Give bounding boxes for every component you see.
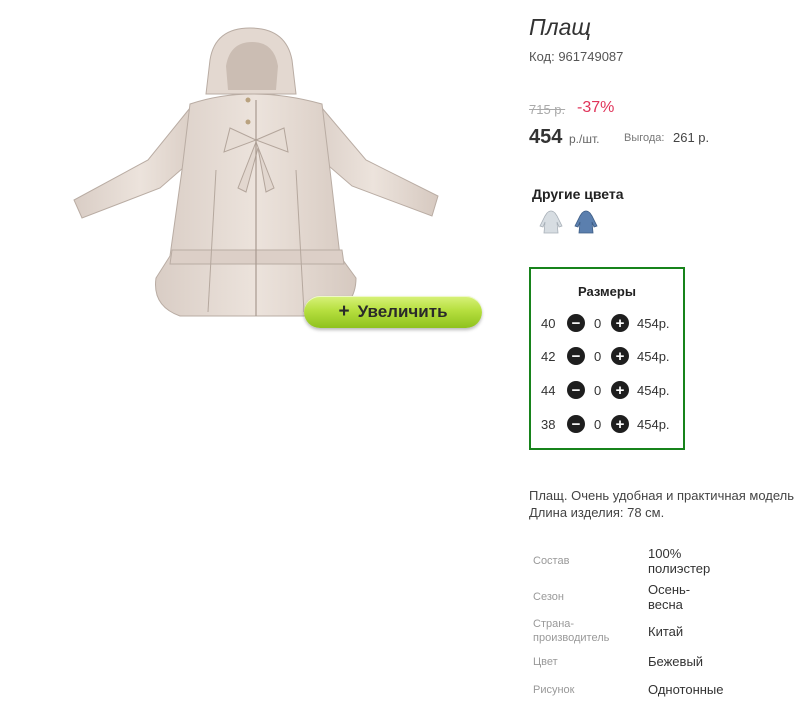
quantity-value: 0 [594,316,602,331]
size-value: 38 [541,417,556,432]
quantity-value: 0 [594,383,602,398]
minus-icon[interactable]: − [567,415,585,433]
product-image[interactable] [60,20,460,340]
sizes-title: Размеры [578,284,636,299]
product-description: Плащ. Очень удобная и практичная модель … [529,487,794,521]
other-colors-title: Другие цвета [532,186,624,202]
price: 454 [529,126,563,148]
minus-icon[interactable]: − [567,347,585,365]
benefit-value: 261 р. [673,130,710,145]
zoom-button[interactable]: + Увеличить [304,296,482,328]
spec-label: Состав [533,555,570,567]
plus-icon: + [338,301,350,322]
quantity-value: 0 [594,417,602,432]
spec-value: Бежевый [648,654,704,669]
description-line: Плащ. Очень удобная и практичная модель [529,488,795,503]
size-row: 40 − 0 + 454р. [531,313,683,333]
spec-value: Однотонные [648,682,724,697]
product-code: Код: 961749087 [529,49,624,64]
spec-label: Цвет [533,656,558,668]
size-price: 454р. [637,349,670,364]
spec-label: Рисунок [533,684,575,696]
color-swatch-blue[interactable] [572,208,600,236]
spec-label: Сезон [533,591,564,603]
product-title: Плащ [529,14,592,40]
size-row: 38 − 0 + 454р. [531,414,683,434]
size-value: 42 [541,349,556,364]
spec-value: Китай [648,624,684,639]
minus-icon[interactable]: − [567,381,585,399]
description-line: Длина изделия: 78 см. [529,505,665,520]
quantity-value: 0 [594,349,602,364]
size-row: 42 − 0 + 454р. [531,346,683,366]
price-unit: р./шт. [569,132,600,146]
size-value: 40 [541,316,556,331]
minus-icon[interactable]: − [567,314,585,332]
sizes-panel: Размеры 40 − 0 + 454р. 42 − 0 + 454р. 44… [529,267,685,450]
size-row: 44 − 0 + 454р. [531,380,683,400]
discount-badge: -37% [577,99,615,116]
spec-value: 100% полиэстер [648,546,711,576]
old-price: 715 р. [529,102,566,117]
plus-icon[interactable]: + [611,415,629,433]
plus-icon[interactable]: + [611,381,629,399]
spec-label: Страна-производитель [533,618,610,644]
size-price: 454р. [637,316,670,331]
spec-value: Осень-весна [648,582,691,612]
plus-icon[interactable]: + [611,347,629,365]
plus-icon[interactable]: + [611,314,629,332]
size-value: 44 [541,383,556,398]
zoom-button-label: Увеличить [357,302,448,321]
size-price: 454р. [637,417,670,432]
benefit-label: Выгода: [624,132,665,144]
size-price: 454р. [637,383,670,398]
color-swatch-beige[interactable] [537,208,565,236]
